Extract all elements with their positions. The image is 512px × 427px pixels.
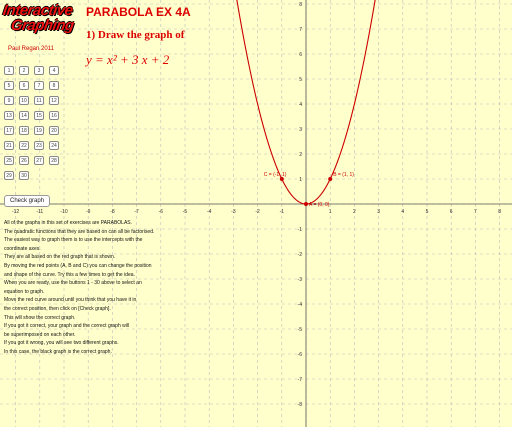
x-tick-label: -7 <box>134 209 139 215</box>
x-tick-label: -11 <box>36 209 43 215</box>
y-tick-label: -7 <box>298 377 303 383</box>
exercise-button-24[interactable]: 24 <box>49 141 59 150</box>
exercise-button-12[interactable]: 12 <box>49 96 59 105</box>
point-A[interactable] <box>304 202 308 206</box>
x-tick-label: 4 <box>401 209 404 215</box>
x-tick-label: 3 <box>377 209 380 215</box>
instruction-line: This will show the correct graph. <box>4 314 76 321</box>
exercise-button-11[interactable]: 11 <box>34 96 44 105</box>
instruction-line: All of the graphs in this set of exercis… <box>4 220 133 226</box>
exercise-button-29[interactable]: 29 <box>4 171 14 180</box>
x-tick-label: -2 <box>255 209 260 215</box>
exercise-button-9[interactable]: 9 <box>4 96 14 105</box>
y-tick-label: 2 <box>299 152 302 158</box>
y-tick-label: 6 <box>299 52 302 58</box>
instruction-line: Move the red curve around until you thin… <box>4 297 137 304</box>
point-B[interactable] <box>328 177 333 181</box>
interactive-graphing-logo: Interactive Graphing <box>1 2 75 37</box>
exercise-button-23[interactable]: 23 <box>34 141 44 150</box>
exercise-button-3[interactable]: 3 <box>34 66 44 75</box>
y-tick-label: 5 <box>299 77 302 83</box>
task-instruction: 1) Draw the graph of <box>86 29 185 41</box>
y-tick-label: -8 <box>298 402 303 408</box>
x-tick-label: 8 <box>498 209 501 215</box>
y-tick-label: -3 <box>298 277 303 283</box>
exercise-button-25[interactable]: 25 <box>4 156 14 165</box>
instruction-line: They are all based on the red graph that… <box>4 254 116 261</box>
x-tick-label: -4 <box>207 209 212 215</box>
instruction-line: If you got it wrong, you will see two di… <box>4 340 119 347</box>
instructions-text: All of the graphs in this set of exercis… <box>4 219 179 357</box>
x-tick-label: -5 <box>183 209 188 215</box>
exercise-button-13[interactable]: 13 <box>4 111 14 120</box>
exercise-button-15[interactable]: 15 <box>34 111 44 120</box>
author-credit: Paul Regan 2011 <box>8 46 54 52</box>
graph-canvas[interactable]: -12-11-10-9-8-7-6-5-4-3-2-11234567891087… <box>0 0 512 427</box>
logo-line-2: Graphing <box>9 17 75 34</box>
page-title: PARABOLA EX 4A <box>86 5 191 19</box>
exercise-button-22[interactable]: 22 <box>19 141 29 150</box>
exercise-button-17[interactable]: 17 <box>4 126 14 135</box>
exercise-button-2[interactable]: 2 <box>19 66 29 75</box>
x-tick-label: 2 <box>353 209 356 215</box>
point-label-C: C = (-1, 1) <box>264 172 287 178</box>
point-label-B: B = (1, 1) <box>333 172 354 178</box>
exercise-button-4[interactable]: 4 <box>49 66 59 75</box>
y-tick-label: -2 <box>298 252 303 258</box>
x-tick-label: -3 <box>231 209 236 215</box>
y-tick-label: -1 <box>298 227 303 233</box>
y-tick-label: 3 <box>299 127 302 133</box>
exercise-button-21[interactable]: 21 <box>4 141 14 150</box>
instruction-line: and shape of the curve. Try this a few t… <box>4 271 135 278</box>
x-tick-label: 5 <box>426 209 429 215</box>
exercise-button-18[interactable]: 18 <box>19 126 29 135</box>
instruction-line: equation to graph. <box>4 288 45 295</box>
y-tick-label: -4 <box>298 302 303 308</box>
instruction-line: When you are ready, use the buttons 1 - … <box>4 280 142 287</box>
y-tick-label: -6 <box>298 352 303 358</box>
x-tick-label: -10 <box>60 209 67 215</box>
instruction-line: If you got it correct, your graph and th… <box>4 323 130 330</box>
y-tick-label: 4 <box>299 102 302 108</box>
y-tick-label: -5 <box>298 327 303 333</box>
instruction-line: By moving the red points (A, B and C) yo… <box>4 262 152 269</box>
exercise-button-28[interactable]: 28 <box>49 156 59 165</box>
y-tick-label: 7 <box>299 27 302 33</box>
x-tick-label: -6 <box>159 209 164 215</box>
instruction-line: the correct position, then click on [Che… <box>4 305 111 312</box>
exercise-button-5[interactable]: 5 <box>4 81 14 90</box>
x-tick-label: -9 <box>86 209 91 215</box>
exercise-button-8[interactable]: 8 <box>49 81 59 90</box>
x-tick-label: -8 <box>110 209 115 215</box>
instruction-line: coordinate axes. <box>4 245 41 252</box>
equation-text: y = x² + 3 x + 2 <box>86 52 170 67</box>
instruction-line: In this case, the black graph is the cor… <box>4 348 112 355</box>
instruction-line: The easiest way to graph them is to use … <box>4 237 143 244</box>
check-graph-button[interactable]: Check graph <box>4 195 50 207</box>
exercise-button-27[interactable]: 27 <box>34 156 44 165</box>
exercise-button-1[interactable]: 1 <box>4 66 14 75</box>
exercise-button-16[interactable]: 16 <box>49 111 59 120</box>
x-tick-label: -1 <box>280 209 285 215</box>
exercise-button-10[interactable]: 10 <box>19 96 29 105</box>
point-label-A: A = (0, 0) <box>309 202 330 208</box>
exercise-button-30[interactable]: 30 <box>19 171 29 180</box>
exercise-button-19[interactable]: 19 <box>34 126 44 135</box>
exercise-button-20[interactable]: 20 <box>49 126 59 135</box>
exercise-button-26[interactable]: 26 <box>19 156 29 165</box>
exercise-button-14[interactable]: 14 <box>19 111 29 120</box>
applet-stage: -12-11-10-9-8-7-6-5-4-3-2-11234567891087… <box>0 0 512 427</box>
x-tick-label: 6 <box>450 209 453 215</box>
exercise-button-7[interactable]: 7 <box>34 81 44 90</box>
instruction-line: be superimposed on each other. <box>4 331 76 338</box>
y-tick-label: 1 <box>299 177 302 183</box>
logo-line-1: Interactive <box>1 2 74 19</box>
x-tick-label: 7 <box>474 209 477 215</box>
x-tick-label: -12 <box>12 209 19 215</box>
x-tick-label: 1 <box>329 209 332 215</box>
exercise-button-6[interactable]: 6 <box>19 81 29 90</box>
y-tick-label: 8 <box>299 2 302 8</box>
instruction-line: The quadratic functions that they are ba… <box>4 228 155 235</box>
